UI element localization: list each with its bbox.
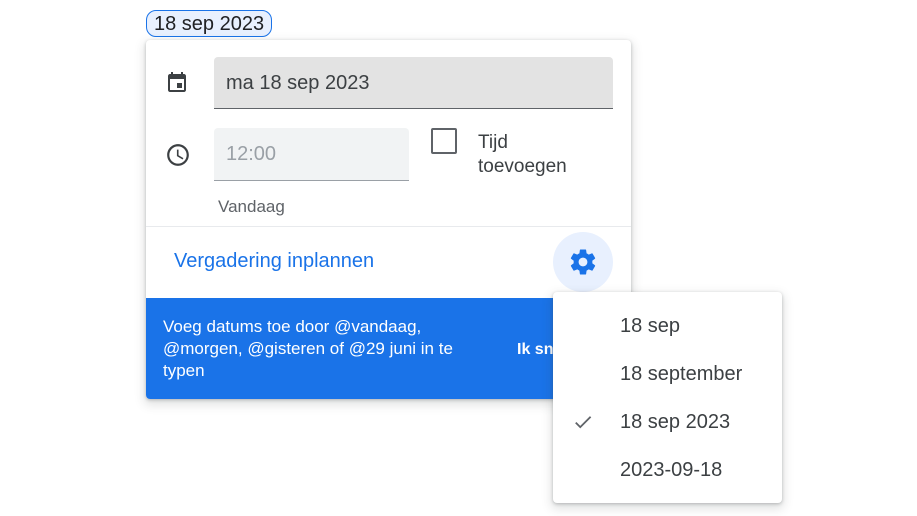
date-format-settings-button[interactable] (553, 232, 613, 292)
dismiss-tip-button[interactable]: Ik sn (517, 341, 553, 359)
add-time-label: Tijd toevoegen (478, 132, 567, 177)
calendar-icon (165, 71, 189, 100)
helper-text: Vandaag (218, 197, 285, 216)
menu-item-format[interactable]: 2023-09-18 (553, 446, 782, 494)
tip-banner-text: Voeg datums toe door @vandaag, @morgen, … (163, 317, 453, 380)
menu-item-label: 2023-09-18 (620, 459, 723, 481)
schedule-meeting-link[interactable]: Vergadering inplannen (174, 250, 374, 273)
menu-item-format[interactable]: 18 september (553, 350, 782, 398)
date-format-menu: 18 sep 18 september 18 sep 2023 2023-09-… (553, 292, 782, 503)
menu-item-format[interactable]: 18 sep (553, 302, 782, 350)
menu-item-label: 18 sep (620, 315, 681, 337)
gear-icon (570, 249, 596, 275)
date-chip[interactable]: 18 sep 2023 (146, 10, 273, 37)
menu-item-label: 18 september (620, 363, 743, 385)
clock-icon (165, 142, 191, 173)
menu-item-label: 18 sep 2023 (620, 411, 731, 433)
checkmark-icon (572, 411, 594, 438)
divider (146, 226, 631, 227)
menu-item-format[interactable]: 18 sep 2023 (553, 398, 782, 446)
date-field[interactable]: ma 18 sep 2023 (214, 57, 613, 109)
time-input[interactable]: 12:00 (214, 128, 409, 181)
add-time-checkbox[interactable] (431, 128, 457, 154)
